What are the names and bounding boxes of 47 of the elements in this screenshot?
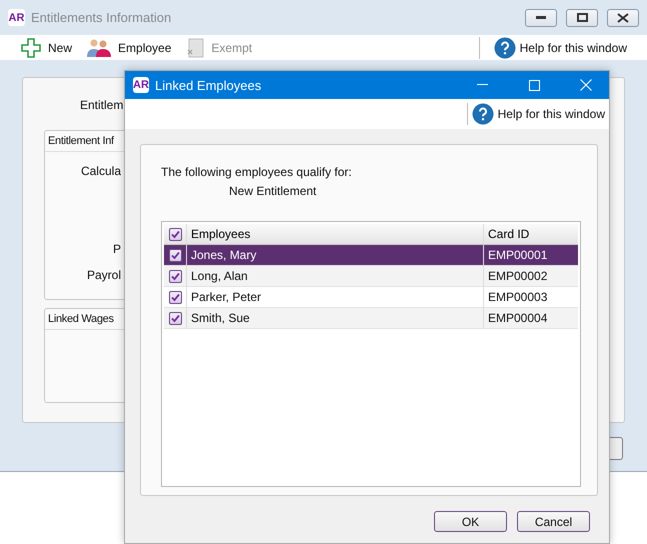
toolbar-button[interactable]: New bbox=[20, 38, 72, 58]
table-cell: EMP00003 bbox=[483, 287, 578, 307]
minimize-button[interactable] bbox=[525, 8, 557, 26]
checkbox[interactable] bbox=[168, 270, 182, 282]
cancel-button[interactable]: Cancel bbox=[517, 511, 590, 532]
field-label: Payrol bbox=[86, 268, 121, 282]
checkbox[interactable] bbox=[168, 290, 182, 304]
table-row[interactable]: Smith, Sue EMP00004 bbox=[164, 308, 578, 329]
table-cell: EMP00001 bbox=[483, 245, 578, 265]
column-header[interactable]: Card ID bbox=[483, 224, 578, 244]
people-icon bbox=[86, 38, 112, 58]
minimize-icon bbox=[536, 16, 546, 20]
table-row[interactable]: Parker, Peter EMP00003 bbox=[164, 287, 578, 308]
table-row[interactable]: Jones, Mary EMP00001 bbox=[164, 245, 578, 266]
help-icon bbox=[472, 103, 494, 125]
document-icon bbox=[185, 38, 206, 58]
window-title: Entitlements Information bbox=[31, 10, 172, 25]
app-logo: AR bbox=[8, 9, 25, 26]
dialog-title: Linked Employees bbox=[155, 78, 262, 92]
column-header[interactable]: Employees bbox=[186, 224, 483, 244]
plus-icon bbox=[20, 38, 42, 58]
help-button[interactable]: Help for this window bbox=[494, 36, 627, 58]
restore-icon bbox=[576, 13, 588, 22]
table-cell: EMP00004 bbox=[483, 308, 578, 328]
restore-button[interactable] bbox=[566, 8, 598, 26]
close-button[interactable] bbox=[607, 8, 639, 26]
checkbox[interactable] bbox=[168, 228, 182, 240]
table-cell: Parker, Peter bbox=[186, 287, 483, 307]
maximize-icon bbox=[528, 80, 540, 90]
ok-button[interactable]: OK bbox=[434, 511, 507, 532]
checkbox[interactable] bbox=[168, 312, 182, 324]
entitlement-name: New Entitlement bbox=[229, 184, 316, 198]
close-icon bbox=[580, 79, 592, 91]
field-label: Entitlem bbox=[80, 98, 124, 114]
table-row[interactable]: Long, Alan EMP00002 bbox=[164, 266, 578, 287]
intro-text: The following employees qualify for: bbox=[161, 165, 352, 179]
app-logo: AR bbox=[133, 77, 149, 93]
toolbar-button[interactable]: Employee bbox=[86, 38, 172, 58]
minimize-icon bbox=[476, 84, 488, 86]
table-cell: Jones, Mary bbox=[186, 245, 483, 265]
table-cell: Smith, Sue bbox=[186, 308, 483, 328]
checkbox[interactable] bbox=[168, 248, 182, 262]
field-label: P bbox=[112, 242, 121, 256]
table-cell: EMP00002 bbox=[483, 266, 578, 286]
table-cell: Long, Alan bbox=[186, 266, 483, 286]
field-label: Calcula bbox=[80, 164, 121, 178]
close-icon bbox=[617, 12, 629, 22]
